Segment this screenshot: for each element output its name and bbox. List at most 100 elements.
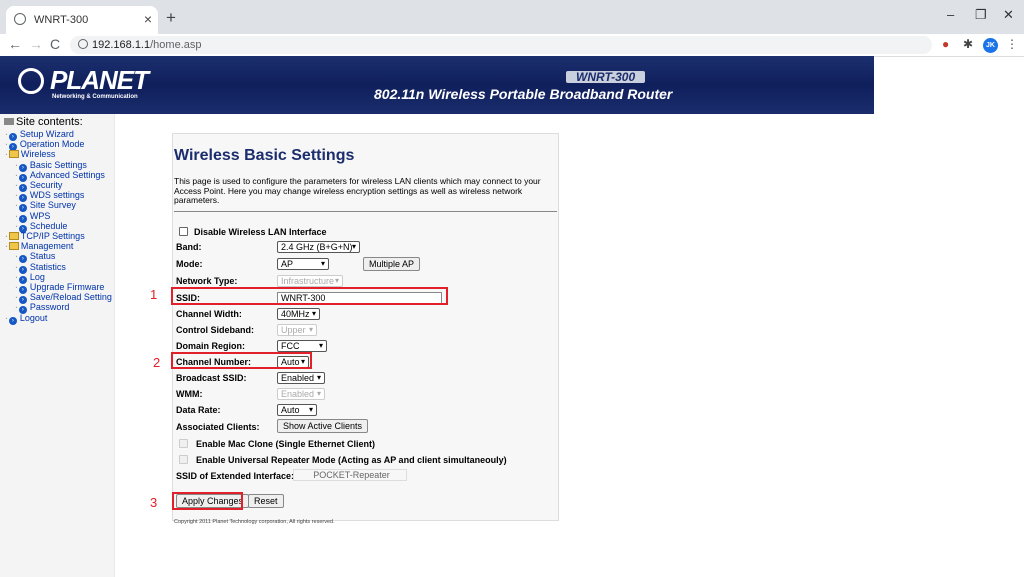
tab-close-button[interactable]: × (144, 11, 152, 27)
data-rate-value: Auto (281, 405, 300, 415)
sidebar-title: Site contents: (4, 116, 83, 128)
mode-value: AP (281, 259, 294, 269)
product-name: 802.11n Wireless Portable Broadband Rout… (374, 86, 673, 102)
tab-title: WNRT-300 (34, 14, 89, 26)
tree-connector: · (14, 201, 19, 211)
puzzle-icon[interactable]: ✱ (963, 37, 973, 51)
maximize-button[interactable]: ❐ (975, 7, 987, 23)
network-type-label: Network Type: (176, 276, 238, 286)
chevron-down-icon: ▾ (316, 389, 321, 398)
mac-clone-checkbox[interactable] (179, 439, 188, 448)
control-sideband-select[interactable]: Upper ▾ (277, 324, 317, 336)
chevron-down-icon: ▾ (351, 242, 356, 251)
control-sideband-label: Control Sideband: (176, 325, 254, 335)
browser-tab[interactable]: WNRT-300 × (6, 6, 158, 34)
sidebar-item-label: Site Survey (29, 200, 76, 211)
tree-connector: · (14, 252, 19, 262)
url-text: 192.168.1.1/home.asp (92, 39, 202, 51)
globe-icon (14, 13, 26, 25)
browser-tab-bar: WNRT-300 × + – ❐ ✕ (0, 0, 1024, 34)
sidebar-item-label: Advanced Settings (29, 169, 105, 180)
reload-button[interactable]: C (50, 36, 60, 52)
band-label: Band: (176, 242, 202, 252)
close-window-button[interactable]: ✕ (1003, 7, 1014, 23)
network-type-select[interactable]: Infrastructure ▾ (277, 275, 343, 287)
url-host: 192.168.1.1 (92, 39, 151, 51)
channel-width-label: Channel Width: (176, 309, 242, 319)
mode-label: Mode: (176, 259, 203, 269)
address-bar-row: ← → C 192.168.1.1/home.asp ● ✱ ⋮ (0, 34, 1024, 57)
repeater-checkbox[interactable] (179, 455, 188, 464)
control-sideband-value: Upper (281, 325, 306, 335)
page-description: This page is used to configure the param… (174, 176, 541, 205)
site-contents-icon (4, 118, 14, 125)
mode-select[interactable]: AP ▾ (277, 258, 329, 270)
model-badge: WNRT-300 (566, 71, 646, 83)
divider (174, 211, 557, 212)
sidebar-item-label: Status (29, 251, 56, 262)
data-rate-label: Data Rate: (176, 405, 221, 415)
logo-subtitle: Networking & Communication (52, 94, 138, 100)
ssid-extended-label: SSID of Extended Interface: (176, 471, 295, 481)
broadcast-ssid-select[interactable]: Enabled ▾ (277, 372, 325, 384)
url-path: /home.asp (150, 39, 202, 51)
sidebar-item-label: Schedule (29, 220, 68, 231)
new-tab-button[interactable]: + (166, 8, 176, 28)
broadcast-ssid-label: Broadcast SSID: (176, 373, 247, 383)
disable-wlan-checkbox[interactable] (179, 227, 188, 236)
annotation-number: 1 (150, 287, 158, 302)
domain-region-value: FCC (281, 341, 300, 351)
sidebar-item[interactable]: · › Logout (4, 313, 47, 325)
wmm-value: Enabled (281, 389, 315, 399)
network-type-value: Infrastructure (281, 276, 335, 286)
band-select[interactable]: 2.4 GHz (B+G+N) ▾ (277, 241, 360, 253)
annotation-number: 2 (153, 355, 161, 370)
disable-wlan-label: Disable Wireless LAN Interface (194, 227, 327, 237)
highlight-apply-button (172, 492, 243, 510)
multiple-ap-button[interactable]: Multiple AP (363, 257, 421, 271)
wmm-select[interactable]: Enabled ▾ (277, 388, 325, 400)
arrow-bullet-icon: › (8, 316, 17, 325)
sidebar-item-label: Wireless (20, 149, 56, 160)
chevron-down-icon: ▾ (318, 341, 323, 350)
url-input[interactable]: 192.168.1.1/home.asp (70, 36, 932, 54)
show-active-clients-button[interactable]: Show Active Clients (277, 419, 369, 433)
channel-width-select[interactable]: 40MHz ▾ (277, 308, 320, 320)
annotation-number: 3 (150, 495, 158, 510)
folder-icon (8, 232, 19, 240)
site-info-icon[interactable] (78, 39, 88, 49)
profile-avatar[interactable]: JK (983, 38, 998, 53)
sidebar-item-label: WDS settings (29, 190, 85, 201)
sidebar-title-text: Site contents: (16, 116, 83, 128)
domain-region-label: Domain Region: (176, 341, 245, 351)
reset-button[interactable]: Reset (248, 494, 284, 508)
more-menu-icon[interactable]: ⋮ (1006, 37, 1018, 51)
ssid-extended-input[interactable]: POCKET-Repeater (293, 469, 407, 481)
folder-icon (8, 150, 19, 159)
chevron-down-icon: ▾ (334, 276, 339, 285)
back-button[interactable]: ← (8, 36, 22, 52)
router-banner: PLANET Networking & Communication WNRT-3… (0, 56, 874, 114)
channel-width-value: 40MHz (281, 309, 310, 319)
sidebar-item-label: Save/Reload Setting (29, 292, 112, 303)
forward-button[interactable]: → (29, 36, 43, 52)
band-value: 2.4 GHz (B+G+N) (281, 242, 353, 252)
highlight-channel-number (171, 352, 312, 369)
chevron-down-icon: ▾ (311, 309, 316, 318)
minimize-button[interactable]: – (947, 7, 954, 22)
extension-icon[interactable]: ● (942, 37, 949, 51)
data-rate-select[interactable]: Auto ▾ (277, 404, 317, 416)
page-title: Wireless Basic Settings (174, 147, 355, 164)
mac-clone-label: Enable Mac Clone (Single Ethernet Client… (196, 439, 376, 449)
sidebar-item-label: Log (29, 271, 45, 282)
domain-region-select[interactable]: FCC ▾ (277, 340, 327, 352)
sidebar-item-label: Management (20, 241, 74, 252)
logo-text: PLANET (50, 65, 149, 95)
chevron-down-icon: ▾ (316, 373, 321, 382)
sidebar-item-label: Password (29, 302, 70, 313)
sidebar-item-label: WPS (29, 210, 51, 221)
chevron-down-icon: ▾ (320, 259, 325, 268)
repeater-label: Enable Universal Repeater Mode (Acting a… (196, 455, 507, 465)
highlight-ssid (171, 287, 448, 305)
tree-connector: · (14, 303, 19, 313)
